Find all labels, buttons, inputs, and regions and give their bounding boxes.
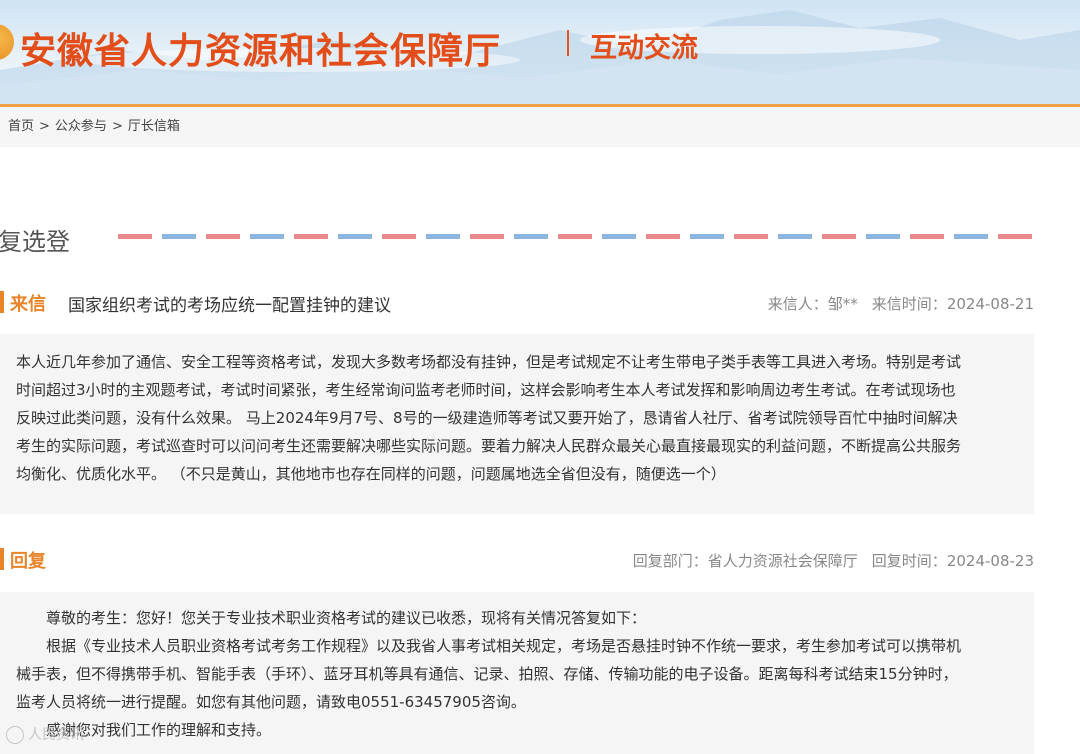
reply-header: 回复 回复部门：省人力资源社会保障厅 回复时间：2024-08-23 bbox=[0, 541, 1080, 577]
watermark-icon bbox=[6, 726, 24, 744]
letter-meta: 来信人：邹** 来信时间：2024-08-21 bbox=[768, 293, 1034, 314]
reply-dept-label: 回复部门： bbox=[632, 552, 708, 570]
reply-tag: 回复 bbox=[10, 551, 46, 572]
reply-line: 感谢您对我们工作的理解和支持。 bbox=[46, 721, 272, 739]
reply-line: 械手表，但不得携带手机、智能手表（手环）、蓝牙耳机等具有通信、记录、拍照、存储、… bbox=[16, 665, 958, 683]
letter-line: 考生的实际问题，考试巡查时可以问问考生还需要解决哪些实际问题。要着力解决人民群众… bbox=[16, 437, 962, 455]
letter-tag-marker bbox=[0, 291, 4, 313]
letter-body: 本人近几年参加了通信、安全工程等资格考试，发现大多数考场都没有挂钟，但是考试规定… bbox=[0, 334, 1034, 514]
letter-date-label: 来信时间： bbox=[871, 295, 947, 313]
title-divider bbox=[567, 30, 569, 56]
letter-line: 时间超过3小时的主观题考试，考试时间紧张，考生经常询问监考老师时间，这样会影响考… bbox=[16, 381, 956, 399]
breadcrumb-separator: > bbox=[39, 119, 50, 134]
sender-name: 邹** bbox=[827, 295, 858, 313]
site-header: 安徽省人力资源和社会保障厅 互动交流 bbox=[0, 0, 1080, 104]
letter-tag: 来信 bbox=[10, 294, 46, 315]
reply-date: 2024-08-23 bbox=[946, 552, 1034, 570]
sender-label: 来信人： bbox=[767, 295, 828, 313]
letter-subject: 国家组织考试的考场应统一配置挂钟的建议 bbox=[68, 296, 391, 316]
section-name: 互动交流 bbox=[590, 33, 698, 64]
breadcrumb-home-link[interactable]: 首页 bbox=[8, 119, 34, 134]
letter-line: 反映过此类问题，没有什么效果。 马上2024年9月7号、8号的一级建造师等考试又… bbox=[16, 409, 958, 427]
reply-line: 监考人员将统一进行提醒。如您有其他问题，请致电0551-63457905咨询。 bbox=[16, 693, 526, 711]
watermark-text: 人民资讯 bbox=[28, 727, 84, 743]
reply-tag-marker bbox=[0, 548, 4, 570]
reply-dept: 省人力资源社会保障厅 bbox=[707, 552, 858, 570]
letter-line: 本人近几年参加了通信、安全工程等资格考试，发现大多数考场都没有挂钟，但是考试规定… bbox=[16, 353, 962, 371]
site-title: 安徽省人力资源和社会保障厅 bbox=[20, 31, 502, 72]
decorative-stripe bbox=[118, 234, 1032, 239]
breadcrumb-public-link[interactable]: 公众参与 bbox=[55, 119, 107, 134]
letter-line: 均衡化、优质化水平。 （不只是黄山，其他地市也存在同样的问题，问题属地选全省但没… bbox=[16, 465, 726, 483]
reply-date-label: 回复时间： bbox=[871, 552, 947, 570]
reply-body: 尊敬的考生：您好！您关于专业技术职业资格考试的建议已收悉，现将有关情况答复如下：… bbox=[0, 592, 1034, 754]
reply-meta: 回复部门：省人力资源社会保障厅 回复时间：2024-08-23 bbox=[633, 550, 1034, 571]
page-section-title: 复选登 bbox=[0, 228, 70, 256]
letter-date: 2024-08-21 bbox=[946, 295, 1034, 313]
watermark: 人民资讯 bbox=[6, 724, 84, 744]
breadcrumb-mailbox-link[interactable]: 厅长信箱 bbox=[128, 119, 180, 134]
reply-line: 尊敬的考生：您好！您关于专业技术职业资格考试的建议已收悉，现将有关情况答复如下： bbox=[46, 609, 647, 627]
reply-line: 根据《专业技术人员职业资格考试考务工作规程》以及我省人事考试相关规定，考场是否悬… bbox=[46, 637, 962, 655]
letter-header: 来信 国家组织考试的考场应统一配置挂钟的建议 来信人：邹** 来信时间：2024-… bbox=[0, 284, 1080, 320]
breadcrumb-separator: > bbox=[111, 119, 123, 134]
breadcrumb: 首页 > 公众参与 > 厅长信箱 bbox=[0, 107, 1080, 147]
